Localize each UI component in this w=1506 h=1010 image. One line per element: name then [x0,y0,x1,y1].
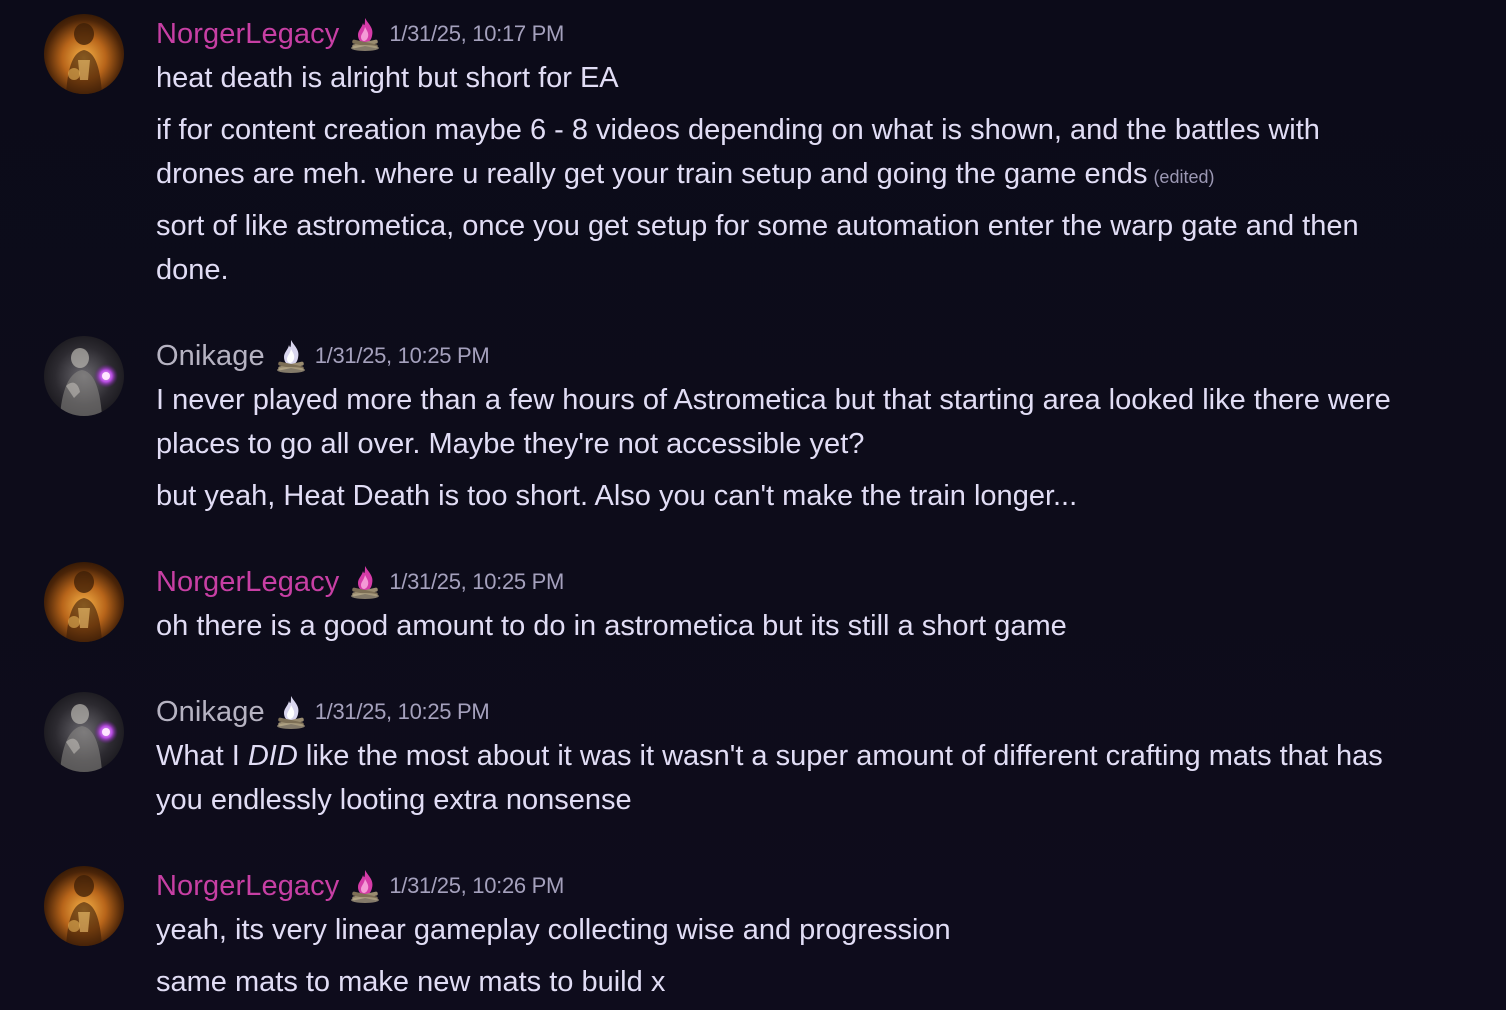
message-text: but yeah, Heat Death is too short. Also … [156,480,1078,512]
campfire-white-icon [271,692,311,732]
message-header: Onikage 1/31/25, 10:25 PM [156,336,490,376]
message-text: What I DID like the most about it was it… [156,734,1476,778]
avatar-norgerlegacy-image [44,14,124,94]
message-text: yeah, its very linear gameplay collectin… [156,914,951,946]
username[interactable]: NorgerLegacy [156,18,339,51]
avatar-onikage[interactable] [44,692,124,772]
timestamp[interactable]: 1/31/25, 10:25 PM [315,343,490,369]
avatar-norgerlegacy[interactable] [44,14,124,94]
campfire-pink-icon [345,562,385,602]
message-text: if for content creation maybe 6 - 8 vide… [156,114,1320,146]
message-text-part: What I [156,740,248,772]
campfire-white-icon [271,336,311,376]
avatar-norgerlegacy-image [44,562,124,642]
timestamp[interactable]: 1/31/25, 10:26 PM [389,873,564,899]
avatar-norgerlegacy-image [44,866,124,946]
username[interactable]: NorgerLegacy [156,566,339,599]
avatar-onikage-image [44,692,124,772]
timestamp[interactable]: 1/31/25, 10:17 PM [389,21,564,47]
timestamp[interactable]: 1/31/25, 10:25 PM [315,699,490,725]
avatar-norgerlegacy[interactable] [44,562,124,642]
username[interactable]: Onikage [156,696,265,729]
message-text: I never played more than a few hours of … [156,384,1391,416]
message-text-content: drones are meh. where u really get your … [156,158,1148,190]
message-header: NorgerLegacy 1/31/25, 10:17 PM [156,14,564,54]
message-text: drones are meh. where u really get your … [156,152,1476,199]
username[interactable]: Onikage [156,340,265,373]
message-text: oh there is a good amount to do in astro… [156,610,1067,642]
campfire-pink-icon [345,866,385,906]
message-text-emphasis: DID [247,740,298,772]
message-header: NorgerLegacy 1/31/25, 10:25 PM [156,562,564,602]
message-text-part: like the most about it was it wasn't a s… [297,740,1383,772]
avatar-norgerlegacy[interactable] [44,866,124,946]
message-header: Onikage 1/31/25, 10:25 PM [156,692,490,732]
chat-messages: NorgerLegacy 1/31/25, 10:17 PM heat deat… [0,0,1506,1010]
avatar-onikage[interactable] [44,336,124,416]
message-text: same mats to make new mats to build x [156,966,666,998]
message-header: NorgerLegacy 1/31/25, 10:26 PM [156,866,564,906]
message-text: done. [156,254,229,286]
edited-indicator[interactable]: (edited) [1153,167,1214,187]
campfire-pink-icon [345,14,385,54]
timestamp[interactable]: 1/31/25, 10:25 PM [389,569,564,595]
username[interactable]: NorgerLegacy [156,870,339,903]
message-text: you endlessly looting extra nonsense [156,784,632,816]
avatar-onikage-image [44,336,124,416]
message-text: sort of like astrometica, once you get s… [156,210,1359,242]
message-text: places to go all over. Maybe they're not… [156,428,865,460]
message-text: heat death is alright but short for EA [156,62,619,94]
